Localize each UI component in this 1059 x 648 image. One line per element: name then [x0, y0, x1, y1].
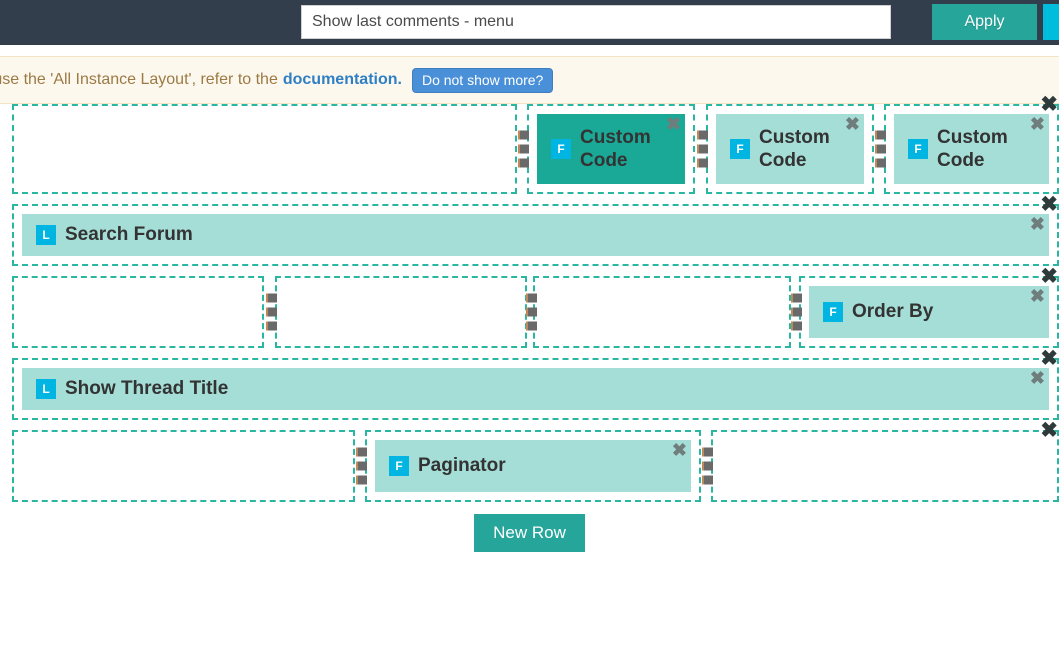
- column-empty[interactable]: [533, 276, 791, 348]
- widget-type-badge: F: [389, 456, 409, 476]
- layout-row: L Search Forum ✖ ✖: [12, 194, 1059, 266]
- new-row-button[interactable]: New Row: [474, 514, 585, 552]
- handle-dot: [356, 475, 367, 485]
- widget-label: Show Thread Title: [65, 378, 229, 400]
- column-order-by[interactable]: F Order By ✖: [799, 276, 1059, 348]
- layout-row: L Show Thread Title ✖ ✖: [12, 348, 1059, 420]
- widget-type-badge: F: [730, 139, 750, 159]
- remove-widget-icon[interactable]: ✖: [1030, 287, 1045, 305]
- handle-dot: [791, 293, 802, 303]
- handle-dot: [518, 144, 529, 154]
- column-resize-handle[interactable]: [702, 447, 713, 485]
- column-custom-code-1[interactable]: F Custom Code ✖: [527, 104, 695, 194]
- handle-dot: [265, 293, 277, 303]
- column-resize-handle[interactable]: [696, 130, 708, 168]
- widget-type-badge: L: [36, 225, 56, 245]
- remove-widget-icon[interactable]: ✖: [672, 441, 687, 459]
- column-resize-handle[interactable]: [518, 130, 529, 168]
- apply-button[interactable]: Apply: [932, 4, 1037, 40]
- widget-block[interactable]: F Order By ✖: [809, 286, 1049, 338]
- handle-dot: [526, 293, 537, 303]
- column-resize-handle[interactable]: [526, 293, 537, 331]
- remove-row-icon[interactable]: ✖: [1040, 266, 1058, 287]
- widget-label: Custom Code: [937, 126, 1008, 171]
- handle-dot: [875, 130, 886, 140]
- handle-dot: [518, 158, 529, 168]
- remove-widget-icon[interactable]: ✖: [845, 115, 860, 133]
- remove-widget-icon[interactable]: ✖: [1030, 369, 1045, 387]
- column-resize-handle[interactable]: [356, 447, 367, 485]
- column-search-forum[interactable]: L Search Forum ✖: [12, 204, 1059, 266]
- handle-dot: [702, 447, 713, 457]
- column-show-thread-title[interactable]: L Show Thread Title ✖: [12, 358, 1059, 420]
- widget-block[interactable]: L Search Forum ✖: [22, 214, 1049, 256]
- handle-dot: [265, 321, 277, 331]
- top-toolbar: Apply: [0, 0, 1059, 45]
- column-resize-handle[interactable]: [875, 130, 886, 168]
- layout-builder-page: Apply o use the 'All Instance Layout', r…: [0, 0, 1059, 648]
- column-resize-handle[interactable]: [791, 293, 802, 331]
- column-custom-code-2[interactable]: F Custom Code ✖: [706, 104, 874, 194]
- widget-label: Custom Code: [580, 126, 651, 171]
- handle-dot: [356, 447, 367, 457]
- layout-row: F Order By ✖ ✖: [12, 266, 1059, 348]
- handle-dot: [356, 461, 367, 471]
- widget-block[interactable]: F Paginator ✖: [375, 440, 691, 492]
- widget-label: Paginator: [418, 455, 506, 477]
- notice-content: o use the 'All Instance Layout', refer t…: [0, 67, 554, 93]
- widget-type-badge: F: [908, 139, 928, 159]
- handle-dot: [875, 158, 886, 168]
- column-custom-code-3[interactable]: F Custom Code ✖: [884, 104, 1059, 194]
- documentation-link[interactable]: documentation.: [283, 71, 402, 89]
- handle-dot: [791, 321, 802, 331]
- column-empty[interactable]: [275, 276, 527, 348]
- widget-label: Search Forum: [65, 224, 193, 246]
- row-container: F Custom Code ✖ F Custom Code ✖ F Custom Code ✖ ✖…: [0, 94, 1059, 552]
- handle-dot: [875, 144, 886, 154]
- do-not-show-more-button[interactable]: Do not show more?: [411, 67, 554, 93]
- info-notice-bar: o use the 'All Instance Layout', refer t…: [0, 56, 1059, 104]
- secondary-action-button[interactable]: [1043, 4, 1059, 40]
- remove-widget-icon[interactable]: ✖: [666, 115, 681, 133]
- layout-row: F Paginator ✖ ✖: [12, 420, 1059, 502]
- widget-type-badge: L: [36, 379, 56, 399]
- widget-block[interactable]: F Custom Code ✖: [537, 114, 685, 184]
- handle-dot: [702, 461, 713, 471]
- remove-widget-icon[interactable]: ✖: [1030, 215, 1045, 233]
- remove-row-icon[interactable]: ✖: [1040, 348, 1058, 369]
- widget-block[interactable]: F Custom Code ✖: [716, 114, 864, 184]
- widget-label: Custom Code: [759, 126, 830, 171]
- widget-type-badge: F: [823, 302, 843, 322]
- column-empty[interactable]: [12, 104, 517, 194]
- handle-dot: [696, 130, 708, 140]
- remove-row-icon[interactable]: ✖: [1040, 94, 1058, 115]
- widget-block[interactable]: F Custom Code ✖: [894, 114, 1049, 184]
- handle-dot: [526, 321, 537, 331]
- handle-dot: [265, 307, 277, 317]
- layout-row: F Custom Code ✖ F Custom Code ✖ F Custom Code ✖ ✖: [12, 94, 1059, 194]
- widget-type-badge: F: [551, 139, 571, 159]
- column-resize-handle[interactable]: [265, 293, 277, 331]
- widget-block[interactable]: L Show Thread Title ✖: [22, 368, 1049, 410]
- widget-label: Order By: [852, 301, 934, 323]
- column-empty[interactable]: [12, 430, 355, 502]
- handle-dot: [791, 307, 802, 317]
- handle-dot: [696, 158, 708, 168]
- remove-row-icon[interactable]: ✖: [1040, 420, 1058, 441]
- notice-message: o use the 'All Instance Layout', refer t…: [0, 71, 278, 88]
- column-paginator[interactable]: F Paginator ✖: [365, 430, 701, 502]
- handle-dot: [702, 475, 713, 485]
- remove-row-icon[interactable]: ✖: [1040, 194, 1058, 215]
- handle-dot: [526, 307, 537, 317]
- column-empty[interactable]: [711, 430, 1059, 502]
- handle-dot: [696, 144, 708, 154]
- new-row-area: New Row: [0, 514, 1059, 552]
- remove-widget-icon[interactable]: ✖: [1030, 115, 1045, 133]
- layout-name-input[interactable]: [301, 5, 891, 39]
- column-empty[interactable]: [12, 276, 264, 348]
- handle-dot: [518, 130, 529, 140]
